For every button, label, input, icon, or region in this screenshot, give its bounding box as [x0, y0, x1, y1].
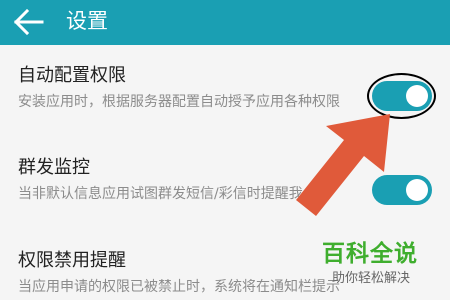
setting-description: 当应用申请的权限已被禁止时，系统将在通知栏提示 [18, 279, 340, 295]
setting-row-auto-permission[interactable]: 自动配置权限 安装应用时，根据服务器配置自动授予应用各种权限 [0, 45, 450, 145]
toggle-knob [406, 179, 428, 201]
setting-description: 当非默认信息应用试图群发短信/彩信时提醒我 [18, 186, 303, 202]
setting-row-mass-sms-monitor[interactable]: 群发监控 当非默认信息应用试图群发短信/彩信时提醒我 [0, 145, 450, 240]
toggle-auto-permission[interactable] [372, 81, 432, 111]
toggle-knob [406, 85, 428, 107]
page-title: 设置 [66, 9, 108, 33]
back-button[interactable] [10, 5, 46, 39]
app-bar: 设置 [0, 0, 450, 45]
setting-title: 自动配置权限 [18, 65, 126, 86]
setting-row-permission-disabled-reminder[interactable]: 权限禁用提醒 当应用申请的权限已被禁止时，系统将在通知栏提示 [0, 240, 450, 300]
setting-title: 群发监控 [18, 157, 90, 178]
setting-title: 权限禁用提醒 [18, 250, 126, 271]
setting-description: 安装应用时，根据服务器配置自动授予应用各种权限 [18, 94, 340, 110]
toggle-mass-sms-monitor[interactable] [372, 175, 432, 205]
arrow-left-icon [13, 8, 44, 36]
